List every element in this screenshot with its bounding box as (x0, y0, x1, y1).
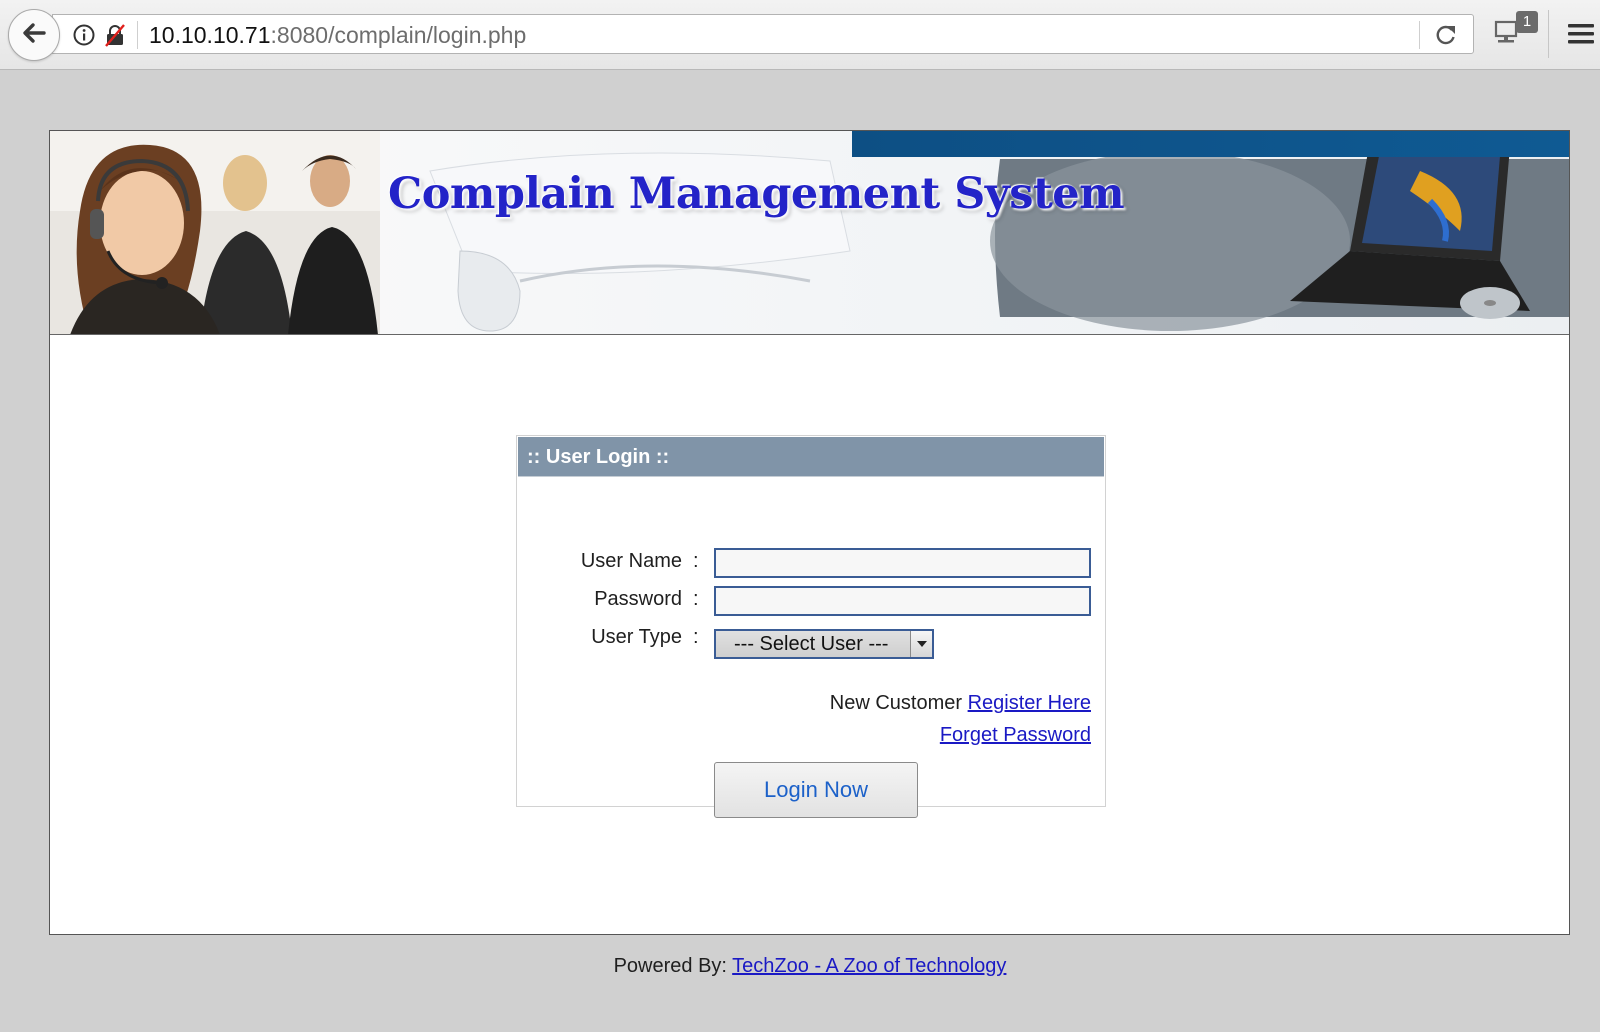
network-badge: 1 (1516, 11, 1538, 33)
register-row: New Customer Register Here (830, 692, 1091, 715)
url-path: :8080/complain/login.php (270, 22, 527, 48)
chevron-down-icon[interactable] (910, 631, 932, 657)
usertype-colon: : (693, 626, 699, 648)
username-colon: : (693, 550, 699, 572)
footer-link[interactable]: TechZoo - A Zoo of Technology (732, 955, 1006, 977)
usertype-select[interactable]: --- Select User --- (714, 629, 934, 659)
url-separator (137, 21, 138, 49)
browser-toolbar: 10.10.10.71:8080/complain/login.php 1 (0, 0, 1600, 70)
url-separator (1419, 21, 1420, 49)
address-bar[interactable]: 10.10.10.71:8080/complain/login.php (52, 14, 1474, 54)
password-label: Password (594, 588, 682, 610)
site-title: Complain Management System (388, 169, 1125, 219)
banner-illustration (50, 131, 1569, 334)
username-label: User Name (580, 550, 682, 572)
toolbar-separator (1548, 10, 1549, 58)
forget-row: Forget Password (940, 724, 1091, 747)
reload-icon[interactable] (1433, 23, 1459, 47)
login-header: :: User Login :: (518, 437, 1104, 477)
powered-by-text: Powered By: (613, 955, 727, 977)
footer: Powered By: TechZoo - A Zoo of Technolog… (0, 955, 1600, 978)
password-colon: : (693, 588, 699, 610)
back-arrow-icon (20, 19, 48, 52)
url-text[interactable]: 10.10.10.71:8080/complain/login.php (149, 21, 526, 49)
password-input[interactable] (714, 586, 1091, 616)
forget-password-link[interactable]: Forget Password (940, 724, 1091, 746)
info-icon[interactable] (73, 24, 95, 46)
register-link[interactable]: Register Here (968, 692, 1091, 714)
header-banner: Complain Management System (50, 131, 1569, 335)
usertype-selected-value: --- Select User --- (734, 633, 889, 655)
username-input[interactable] (714, 548, 1091, 578)
new-customer-text: New Customer (829, 692, 963, 714)
page-container: Complain Management System :: User Login… (49, 130, 1570, 935)
url-host: 10.10.10.71 (149, 22, 271, 48)
login-panel: :: User Login :: User Name : Password : … (516, 435, 1106, 818)
banner-blue-strip (852, 131, 1569, 157)
insecure-lock-icon[interactable] (103, 23, 127, 47)
back-button[interactable] (8, 9, 60, 61)
login-button[interactable]: Login Now (714, 762, 918, 818)
usertype-label: User Type (591, 626, 682, 648)
hamburger-menu-icon[interactable] (1568, 22, 1596, 46)
